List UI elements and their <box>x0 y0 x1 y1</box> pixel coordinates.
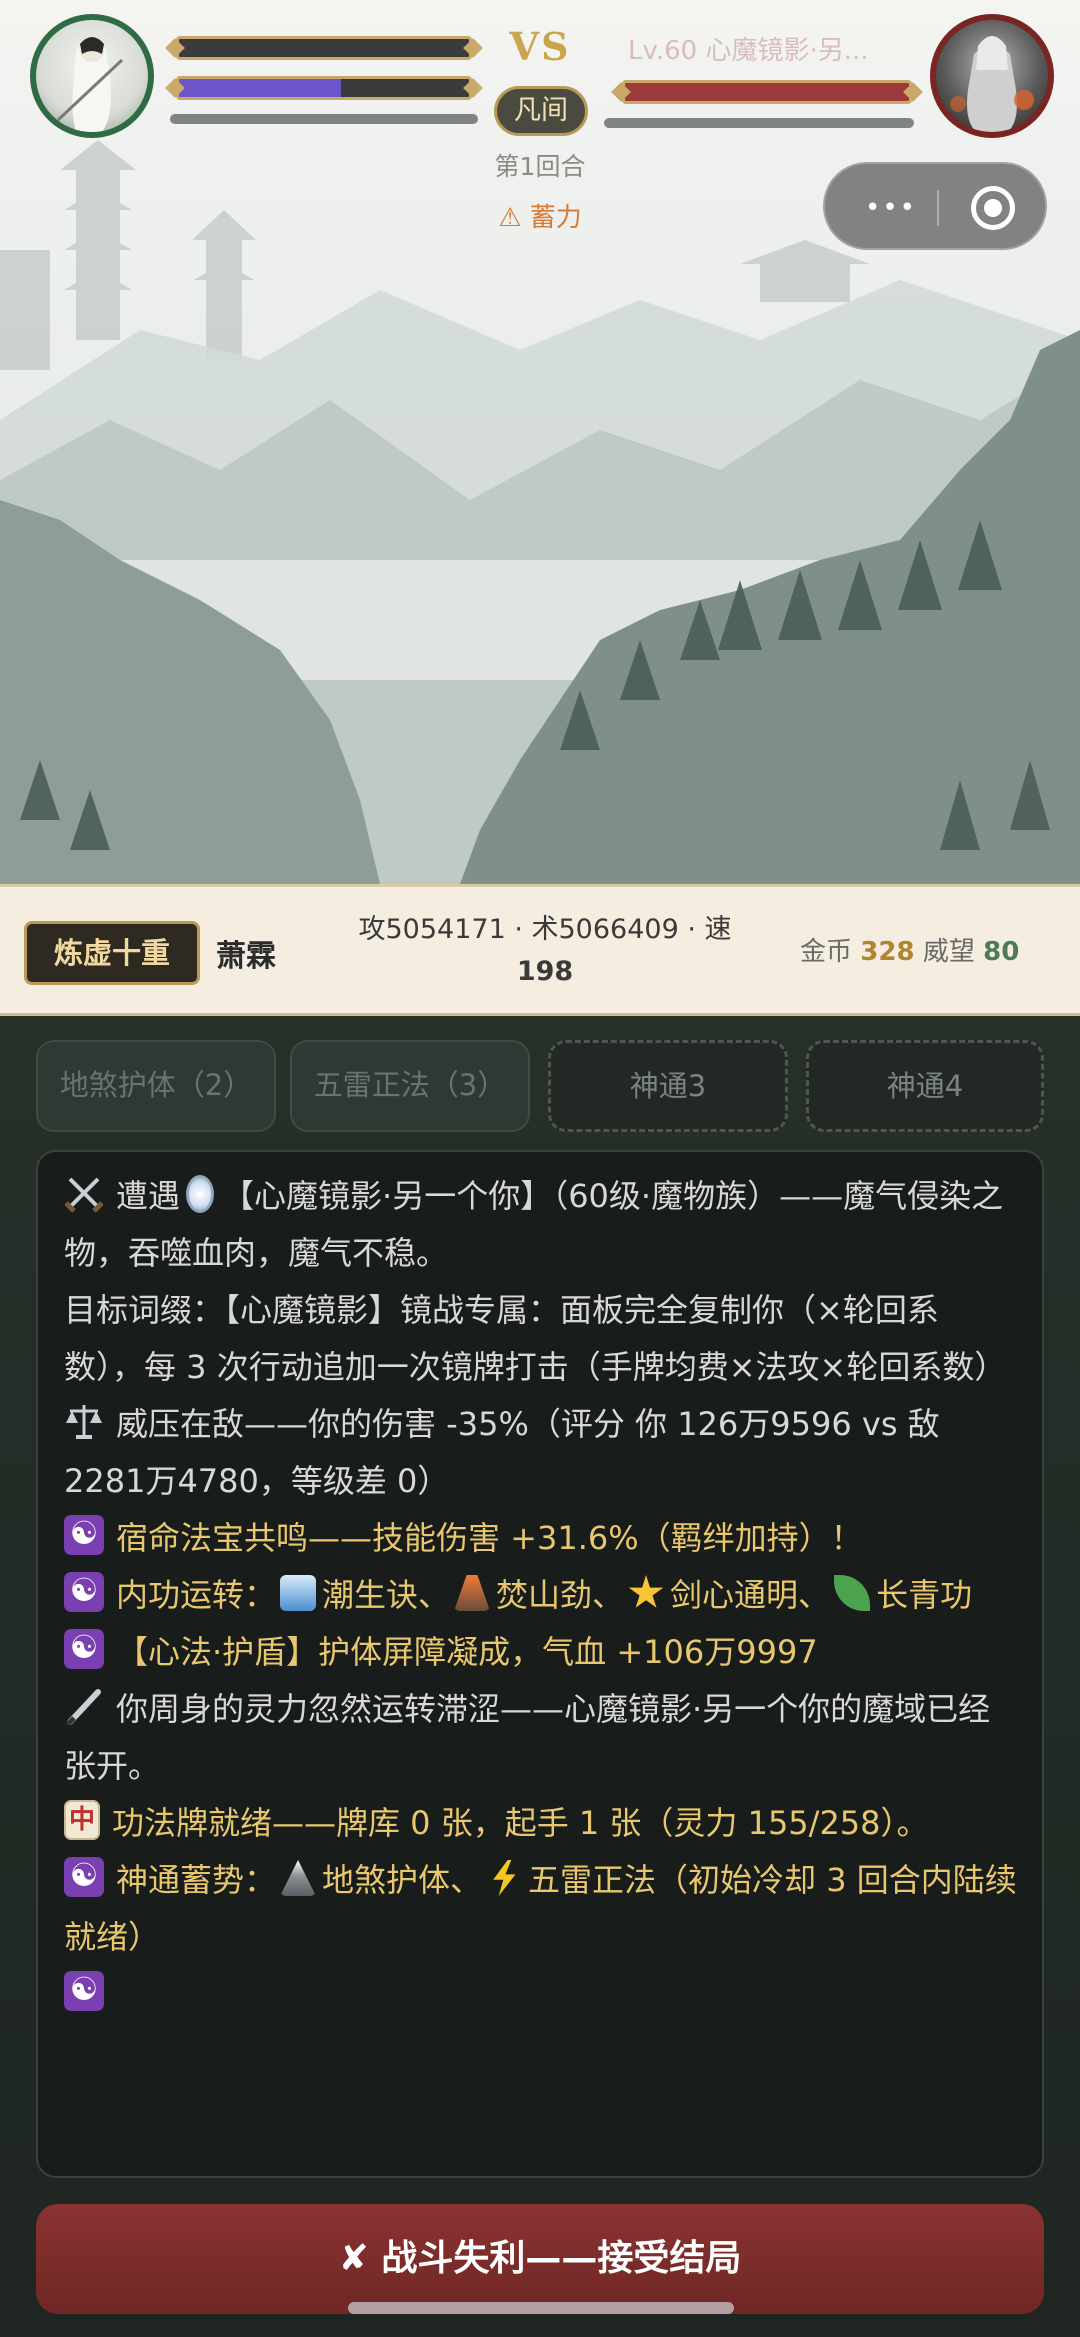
round-counter: 第1回合 <box>494 152 586 181</box>
skill-label: 五雷正法（3） <box>313 1068 507 1102</box>
log-entry: 神通蓄势：地煞护体、五雷正法（初始冷却 3 回合内陆续就绪） <box>64 1852 1018 1966</box>
swordsman-portrait-icon <box>56 37 124 132</box>
log-text: 剑心通明、 <box>670 1576 831 1614</box>
capsule-divider <box>937 190 939 226</box>
log-text: 潮生诀、 <box>322 1576 451 1614</box>
log-text: 威压在敌——你的伤害 -35%（评分 你 126万9596 vs 敌 2281万… <box>64 1405 940 1500</box>
charge-status: ⚠ 蓄力 <box>498 203 582 233</box>
skill-label: 地煞护体（2） <box>59 1068 253 1102</box>
log-text: 长青功 <box>876 1576 973 1614</box>
log-text: 遭遇 <box>116 1177 181 1215</box>
stats-speed: 198 <box>516 956 574 987</box>
mirror-icon <box>186 1175 215 1213</box>
log-entry: 功法牌就绪——牌库 0 张，起手 1 张（灵力 155/258）。 <box>64 1795 1018 1852</box>
player-hp-bar <box>176 36 472 60</box>
yin-yang-icon <box>64 1570 104 1612</box>
mountain-icon <box>280 1860 317 1896</box>
player-mana-bar <box>176 76 472 100</box>
log-entry: 你周身的灵力忽然运转滞涩——心魔镜影·另一个你的魔域已经张开。 <box>64 1681 1018 1795</box>
skill-slot-2[interactable]: 五雷正法（3） <box>290 1040 530 1132</box>
yin-yang-icon <box>64 1969 104 2011</box>
battle-log[interactable]: 遭遇 【心魔镜影·另一个你】（60级·魔物族）——魔气侵染之物，吞噬血肉，魔气不稳… <box>36 1150 1044 2178</box>
log-entry-partial <box>64 1966 1018 2023</box>
enemy-name: Lv.60 心魔镜影·另... <box>628 36 869 66</box>
log-entry: 内功运转： 潮生诀、 焚山劲、 剑心通明、 长青功 <box>64 1567 1018 1624</box>
currency-display: 金币 328 威望 80 <box>800 931 1019 968</box>
accept-defeat-button[interactable]: ✘ 战斗失利——接受结局 <box>36 2204 1044 2314</box>
player-name: 萧霖 <box>216 939 276 974</box>
skill-slot-1[interactable]: 地煞护体（2） <box>36 1040 276 1132</box>
log-text: 宿命法宝共鸣——技能伤害 +31.6%（羁绊加持）！ <box>116 1519 863 1557</box>
log-entry: 【心法·护盾】护体屏障凝成，气血 +106万9997 <box>64 1624 1018 1681</box>
log-text: 焚山劲、 <box>496 1576 625 1614</box>
enemy-hp-bar <box>622 80 912 104</box>
crossed-swords-icon <box>64 1173 104 1213</box>
yin-yang-icon <box>64 1855 104 1897</box>
log-entry: 遭遇 【心魔镜影·另一个你】（60级·魔物族）——魔气侵染之物，吞噬血肉，魔气不稳… <box>64 1168 1018 1282</box>
lightning-icon <box>493 1860 516 1896</box>
skill-slot-3[interactable]: 神通3 <box>548 1040 788 1132</box>
star-icon <box>628 1575 664 1608</box>
fame-value: 80 <box>983 937 1020 967</box>
log-entry: 宿命法宝共鸣——技能伤害 +31.6%（羁绊加持）！ <box>64 1510 1018 1567</box>
enemy-avatar[interactable] <box>930 14 1054 138</box>
player-avatar[interactable] <box>30 14 154 138</box>
enemy-shield-bar <box>604 118 914 128</box>
more-button[interactable]: ••• <box>851 194 931 222</box>
demon-mirror-portrait-icon <box>950 36 1034 132</box>
yin-yang-icon <box>64 1513 104 1555</box>
log-text: 功法牌就绪——牌库 0 张，起手 1 张（灵力 155/258）。 <box>112 1804 929 1842</box>
skill-label: 神通4 <box>886 1069 964 1103</box>
volcano-icon <box>454 1575 491 1611</box>
log-text: 神通蓄势： <box>116 1861 277 1899</box>
realm-badge: 凡间 <box>494 86 588 136</box>
player-stats: 攻5054171 · 术5066409 · 速 198 <box>310 909 780 993</box>
miniprogram-capsule: ••• <box>823 162 1047 250</box>
stats-line: 攻5054171 · 术5066409 · 速 <box>358 914 732 945</box>
target-icon[interactable] <box>971 186 1015 230</box>
fame-label: 威望 <box>922 937 975 967</box>
log-entry: 威压在敌——你的伤害 -35%（评分 你 126万9596 vs 敌 2281万… <box>64 1396 1018 1510</box>
skill-label: 神通3 <box>629 1069 707 1103</box>
log-text: 地煞护体、 <box>322 1861 483 1899</box>
log-text: 目标词缀：【心魔镜影】镜战专属：面板完全复制你（×轮回系数），每 3 次行动追加… <box>64 1291 1007 1386</box>
log-text: 内功运转： <box>116 1576 277 1614</box>
skill-slot-4[interactable]: 神通4 <box>806 1040 1044 1132</box>
home-indicator <box>348 2302 734 2314</box>
leaf-icon <box>834 1575 871 1611</box>
wave-icon <box>280 1575 317 1611</box>
gold-value: 328 <box>860 937 915 967</box>
log-text: 【心法·护盾】护体屏障凝成，气血 +106万9997 <box>116 1633 818 1671</box>
battle-scene: VS 凡间 第1回合 ⚠ 蓄力 Lv.60 心魔镜影·另... ••• <box>0 0 1080 884</box>
player-shield-bar <box>170 114 478 124</box>
log-entry: 目标词缀：【心魔镜影】镜战专属：面板完全复制你（×轮回系数），每 3 次行动追加… <box>64 1282 1018 1396</box>
player-status-strip: 炼虚十重 萧霖 攻5054171 · 术5066409 · 速 198 金币 3… <box>0 884 1080 1016</box>
log-text: 你周身的灵力忽然运转滞涩——心魔镜影·另一个你的魔域已经张开。 <box>64 1690 991 1785</box>
gold-label: 金币 <box>800 937 853 967</box>
mahjong-tile-icon <box>64 1800 100 1840</box>
cultivation-rank-badge: 炼虚十重 <box>24 921 200 985</box>
yin-yang-icon <box>64 1627 104 1669</box>
balance-scale-icon <box>64 1401 104 1441</box>
vs-label: VS <box>509 24 571 69</box>
brush-icon <box>64 1686 104 1726</box>
